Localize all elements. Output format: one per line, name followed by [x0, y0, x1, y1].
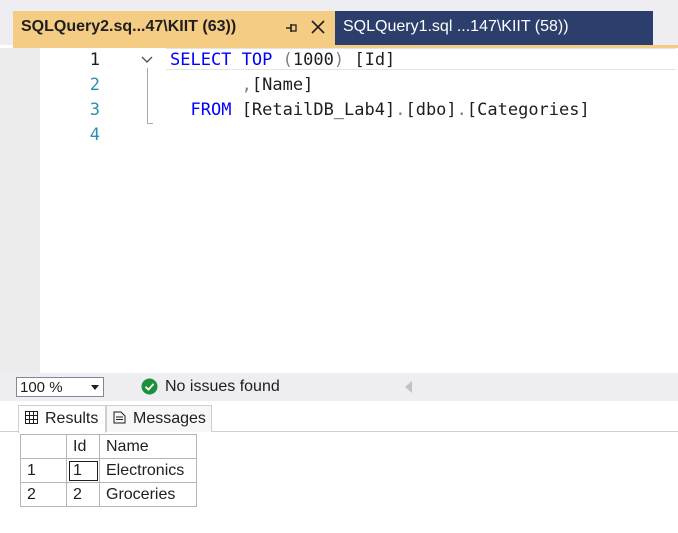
- column-header-id[interactable]: Id: [66, 434, 100, 459]
- top-count: 1000: [292, 50, 334, 70]
- column-name: [Name]: [251, 75, 314, 95]
- close-icon[interactable]: [309, 18, 327, 36]
- collapse-chevron-icon[interactable]: [140, 55, 154, 65]
- tab-sqlquery1[interactable]: SQLQuery1.sql ...147\KIIT (58)): [335, 11, 653, 45]
- line-number-gutter: [40, 48, 160, 373]
- database-name: [RetailDB_Lab4]: [241, 100, 396, 120]
- pin-icon[interactable]: [283, 20, 299, 36]
- editor-status-bar: 100 % No issues found: [0, 373, 678, 401]
- dot: .: [395, 100, 406, 120]
- zoom-dropdown[interactable]: 100 %: [16, 377, 104, 397]
- cell-id[interactable]: 2: [66, 482, 100, 507]
- keyword-top: TOP: [241, 50, 273, 70]
- dropdown-arrow-icon: [91, 385, 99, 390]
- grid-header-row: Id Name: [20, 434, 197, 459]
- keyword-select: SELECT: [170, 50, 232, 70]
- tab-sqlquery2[interactable]: SQLQuery2.sq...47\KIIT (63)): [13, 11, 335, 45]
- tab-results[interactable]: Results: [18, 405, 106, 433]
- code-line-3: FROM [RetailDB_Lab4].[dbo].[Categories]: [170, 100, 590, 120]
- results-panel: Results Messages Id Name 1 1 Electronics…: [0, 401, 678, 533]
- paren-close: ): [333, 50, 345, 70]
- column-header-name[interactable]: Name: [99, 434, 197, 459]
- zoom-value: 100 %: [20, 379, 63, 396]
- results-grid[interactable]: Id Name 1 1 Electronics 2 2 Groceries: [20, 434, 197, 507]
- line-number: 2: [89, 75, 100, 95]
- grid-icon: [25, 411, 38, 424]
- row-number[interactable]: 2: [20, 482, 67, 507]
- table-row: 2 2 Groceries: [20, 482, 197, 507]
- tab-results-label: Results: [45, 410, 99, 427]
- paren-open: (: [282, 50, 293, 70]
- document-tab-strip: SQLQuery2.sq...47\KIIT (63)) SQLQuery1.s…: [0, 0, 678, 45]
- keyword-from: FROM: [190, 100, 232, 120]
- query-editor[interactable]: 1 2 3 4 SELECT TOP (1000) [Id] ,[Name] F…: [0, 48, 678, 373]
- line-number: 4: [89, 125, 100, 145]
- code-line-2: ,[Name]: [170, 75, 314, 95]
- tab-sqlquery2-title: SQLQuery2.sq...47\KIIT (63)): [21, 18, 237, 35]
- comma: ,: [241, 75, 252, 95]
- scroll-left-arrow-icon[interactable]: [405, 381, 412, 393]
- tab-messages[interactable]: Messages: [106, 405, 212, 432]
- messages-icon: [113, 411, 126, 424]
- column-id: [Id]: [354, 50, 396, 70]
- check-circle-icon: [141, 378, 158, 395]
- cell-id[interactable]: 1: [66, 458, 100, 483]
- row-number[interactable]: 1: [20, 458, 67, 483]
- line-number: 1: [89, 50, 100, 70]
- line-number: 3: [89, 100, 100, 120]
- outline-fold-end: [147, 123, 153, 124]
- table-name: [Categories]: [466, 100, 590, 120]
- outline-fold-line: [147, 68, 148, 124]
- cell-name[interactable]: Electronics: [99, 458, 197, 483]
- cell-name[interactable]: Groceries: [99, 482, 197, 507]
- dot: .: [456, 100, 467, 120]
- tab-messages-label: Messages: [133, 410, 206, 427]
- table-row: 1 1 Electronics: [20, 458, 197, 483]
- row-header-corner[interactable]: [20, 434, 67, 459]
- editor-selection-margin: [0, 48, 40, 373]
- code-line-1: SELECT TOP (1000) [Id]: [170, 50, 395, 70]
- tab-sqlquery1-title: SQLQuery1.sql ...147\KIIT (58)): [343, 18, 569, 35]
- schema-name: [dbo]: [405, 100, 457, 120]
- issues-status[interactable]: No issues found: [165, 378, 280, 396]
